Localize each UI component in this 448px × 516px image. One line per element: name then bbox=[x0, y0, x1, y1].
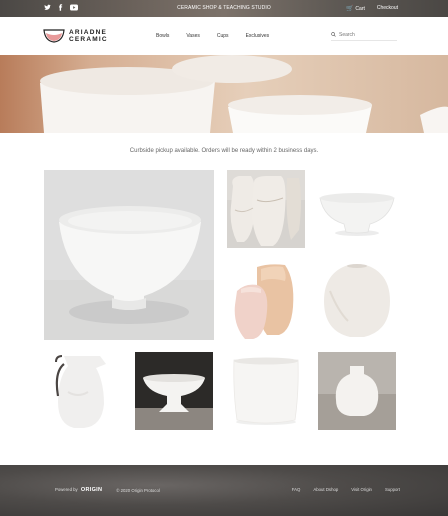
product-image bbox=[44, 352, 122, 430]
footer-link-faq[interactable]: FAQ bbox=[292, 487, 301, 492]
copyright: © 2020 Origin Protocol bbox=[116, 487, 160, 493]
site-footer: Powered by ORIGIN © 2020 Origin Protocol… bbox=[0, 465, 448, 516]
brand-line-2: CERAMIC bbox=[69, 35, 108, 43]
brand-line-1: ARIADNE bbox=[69, 28, 108, 36]
nav-item-cups[interactable]: Cups bbox=[217, 33, 229, 39]
hero-bowls-image bbox=[0, 55, 448, 133]
nav-item-vases[interactable]: Vases bbox=[186, 33, 200, 39]
footer-left: Powered by ORIGIN © 2020 Origin Protocol bbox=[55, 487, 160, 493]
top-bar: CERAMIC SHOP & TEACHING STUDIO 🛒 Cart Che… bbox=[0, 0, 448, 17]
product-image bbox=[44, 170, 214, 340]
footer-link-visit-origin[interactable]: Visit Origin bbox=[351, 487, 372, 492]
product-pedestal-bowl[interactable] bbox=[318, 170, 396, 248]
product-pedestal-bowl-dark[interactable] bbox=[135, 352, 213, 430]
search-input[interactable]: Search bbox=[331, 29, 397, 41]
powered-by: Powered by ORIGIN bbox=[55, 487, 102, 493]
brand-name: ARIADNE CERAMIC bbox=[69, 29, 108, 43]
bowl-logo-icon bbox=[43, 28, 65, 43]
cart-link[interactable]: 🛒 Cart bbox=[346, 5, 365, 12]
search-icon bbox=[331, 32, 336, 37]
product-white-pitcher[interactable] bbox=[44, 352, 122, 430]
product-image bbox=[318, 170, 396, 248]
footer-link-support[interactable]: Support bbox=[385, 487, 400, 492]
footer-links: FAQ About Dshop Visit Origin Support bbox=[292, 487, 400, 492]
site-header: ARIADNE CERAMIC Bowls Vases Cups Exclusi… bbox=[0, 17, 448, 55]
product-blush-vases[interactable] bbox=[227, 261, 305, 339]
product-large-white-bowl[interactable] bbox=[44, 170, 214, 340]
product-image bbox=[227, 352, 305, 430]
origin-logo[interactable]: ORIGIN bbox=[81, 487, 102, 493]
pickup-notice: Curbside pickup available. Orders will b… bbox=[129, 148, 319, 154]
product-image bbox=[227, 261, 305, 339]
nav-item-bowls[interactable]: Bowls bbox=[156, 33, 169, 39]
main-nav: Bowls Vases Cups Exclusives bbox=[156, 33, 269, 39]
cart-icon: 🛒 bbox=[345, 6, 354, 12]
powered-by-label: Powered by bbox=[55, 487, 78, 492]
product-white-planter[interactable] bbox=[227, 352, 305, 430]
product-image bbox=[135, 352, 213, 430]
product-image bbox=[318, 261, 396, 339]
checkout-link[interactable]: Checkout bbox=[377, 5, 398, 12]
product-small-bud-vase[interactable] bbox=[318, 352, 396, 430]
topbar-actions: 🛒 Cart Checkout bbox=[346, 5, 398, 12]
cart-label: Cart bbox=[355, 6, 365, 12]
product-tall-stone-vases[interactable] bbox=[227, 170, 305, 248]
nav-item-exclusives[interactable]: Exclusives bbox=[246, 33, 270, 39]
footer-link-about-dshop[interactable]: About Dshop bbox=[313, 487, 338, 492]
product-image bbox=[227, 170, 305, 248]
brand-logo[interactable]: ARIADNE CERAMIC bbox=[43, 28, 108, 43]
product-image bbox=[318, 352, 396, 430]
search-placeholder: Search bbox=[339, 31, 355, 38]
hero-banner bbox=[0, 55, 448, 133]
product-round-white-vase[interactable] bbox=[318, 261, 396, 339]
